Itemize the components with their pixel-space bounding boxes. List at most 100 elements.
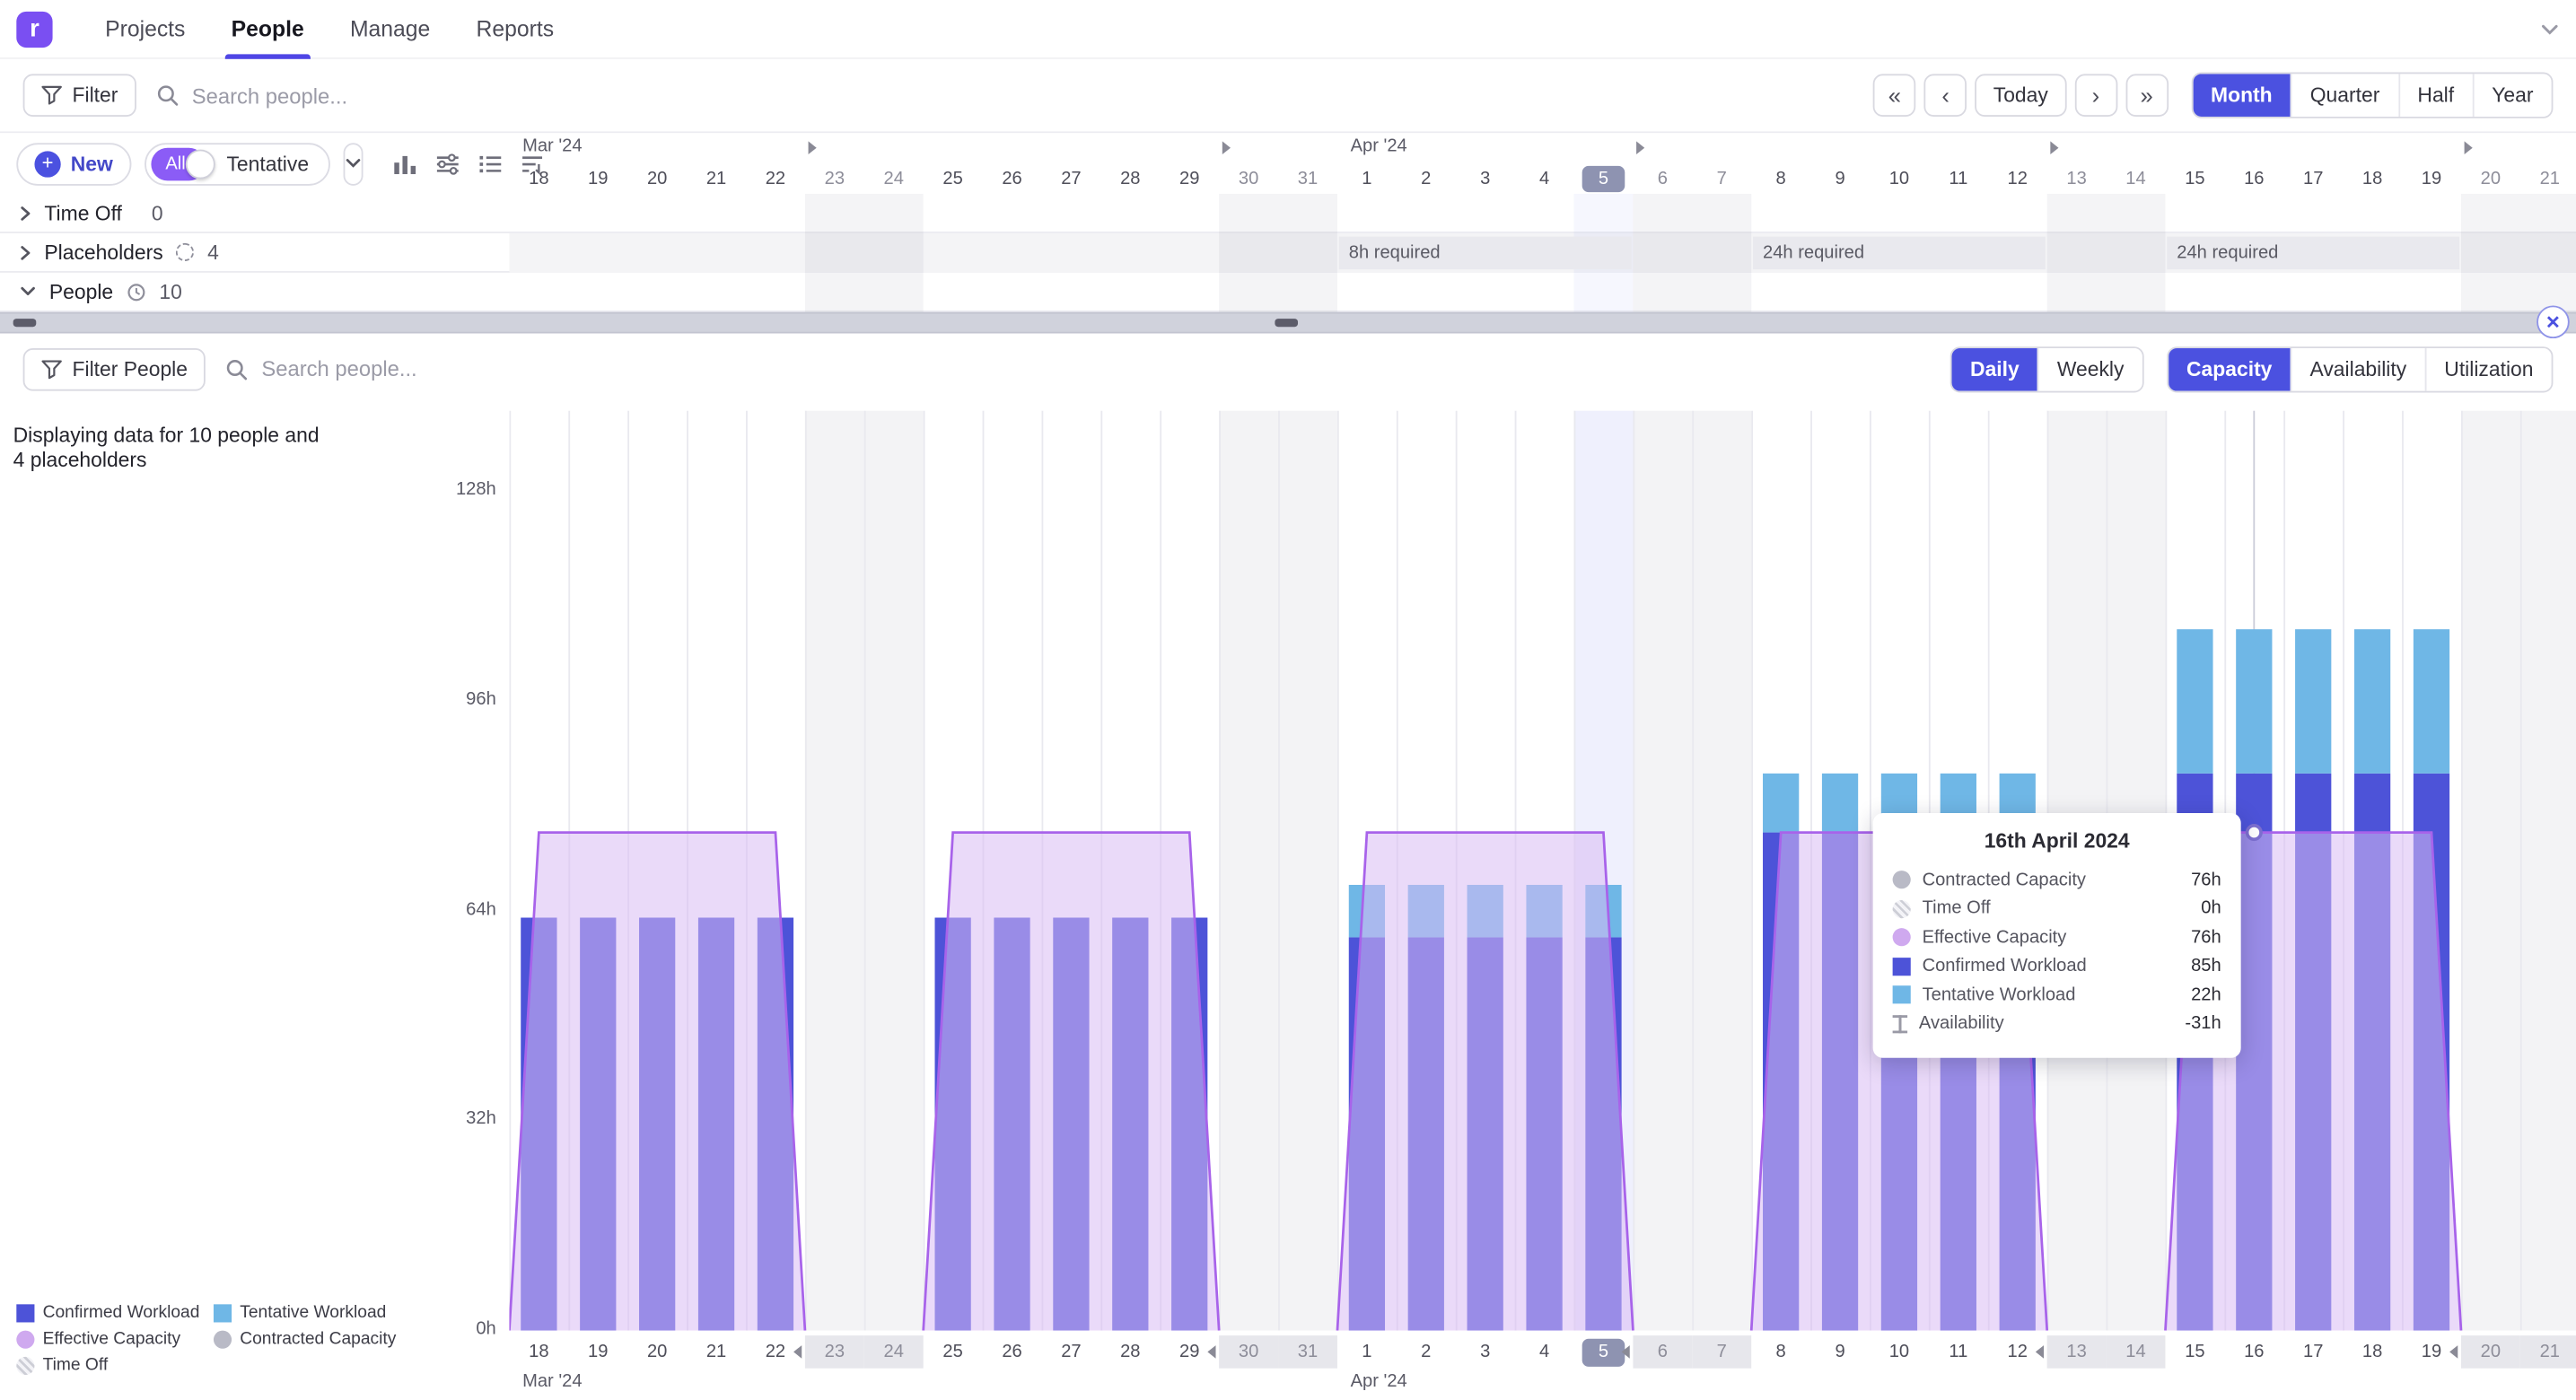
- required-hours-cell[interactable]: 24h required: [2167, 237, 2459, 270]
- timeline-arrow-button[interactable]: ›: [2074, 74, 2117, 117]
- chevron-right-icon[interactable]: [20, 205, 31, 221]
- dot-gray-icon: [214, 1330, 232, 1348]
- x-axis-month-label: Mar '24: [522, 1371, 583, 1391]
- today-button[interactable]: Today: [1976, 74, 2066, 117]
- schedule-section: + New All Tentative Mar '24Apr '24 18192…: [0, 133, 2576, 312]
- tooltip-label: Tentative Workload: [1923, 985, 2076, 1005]
- timeline-date-cell: 10: [1870, 164, 1929, 194]
- summary-line-1: Displaying data for 10 people and: [13, 424, 320, 448]
- chart-search-input[interactable]: [261, 356, 524, 381]
- timeline-date-cell: 13: [2047, 164, 2107, 194]
- x-axis-date-cell: 24: [864, 1335, 924, 1369]
- time-off-row[interactable]: Time Off 0: [0, 194, 2576, 233]
- collapse-weekend-icon[interactable]: [1222, 141, 1231, 154]
- x-axis-date-cell: 3: [1456, 1335, 1515, 1369]
- chart-weekend-band: [2461, 411, 2520, 1331]
- collapse-weekend-icon[interactable]: [1207, 1345, 1215, 1359]
- required-hours-cell[interactable]: 8h required: [1339, 237, 1632, 270]
- tooltip-label: Confirmed Workload: [1923, 957, 2087, 976]
- nav-item-projects[interactable]: Projects: [83, 0, 209, 58]
- timeline-date-cell: 16: [2224, 164, 2283, 194]
- x-axis-date-cell: 11: [1929, 1335, 1988, 1369]
- tooltip-label: Availability: [1919, 1014, 2004, 1034]
- list-view-icon[interactable]: [478, 152, 503, 175]
- range-tab-year[interactable]: Year: [2472, 74, 2551, 117]
- bar-tentative-workload[interactable]: [2236, 629, 2272, 774]
- filter-button[interactable]: Filter: [23, 74, 136, 117]
- mode-tab-utilization[interactable]: Utilization: [2424, 347, 2551, 390]
- x-axis-date-cell: 7: [1692, 1335, 1751, 1369]
- collapse-weekend-icon[interactable]: [2465, 141, 2473, 154]
- sliders-icon[interactable]: [435, 152, 460, 175]
- timeline-arrow-button[interactable]: «: [1873, 74, 1916, 117]
- bar-tentative-workload[interactable]: [2177, 629, 2212, 774]
- required-hours-cell[interactable]: 24h required: [1753, 237, 2046, 270]
- app-logo[interactable]: r: [16, 11, 52, 47]
- chart-weekend-band: [1219, 411, 1278, 1331]
- mode-tab-capacity[interactable]: Capacity: [2169, 347, 2291, 390]
- splitter-handle[interactable]: [13, 319, 37, 327]
- splitter-handle[interactable]: [1275, 319, 1298, 327]
- tooltip-value: 85h: [2191, 957, 2221, 976]
- collapse-weekend-icon[interactable]: [2449, 1345, 2458, 1359]
- timeline-date-cell: 7: [1692, 164, 1751, 194]
- view-tabs: DailyWeekly: [1950, 346, 2143, 391]
- collapse-weekend-icon[interactable]: [2050, 141, 2058, 154]
- collapse-weekend-icon[interactable]: [1636, 141, 1644, 154]
- chevron-right-icon[interactable]: [20, 244, 31, 260]
- view-tab-weekly[interactable]: Weekly: [2037, 347, 2142, 390]
- timeline-date-cell: 29: [1160, 164, 1219, 194]
- search-input[interactable]: [192, 83, 455, 107]
- tooltip-value: 0h: [2201, 899, 2221, 919]
- legend-label: Confirmed Workload: [43, 1303, 200, 1323]
- chart-weekend-band: [2520, 411, 2576, 1331]
- nav-item-people[interactable]: People: [208, 0, 327, 58]
- range-tab-half[interactable]: Half: [2397, 74, 2472, 117]
- panel-splitter[interactable]: ✕: [0, 312, 2576, 334]
- view-tab-daily[interactable]: Daily: [1952, 347, 2037, 390]
- collapse-weekend-icon[interactable]: [1622, 1345, 1630, 1359]
- timeline-arrow-button[interactable]: »: [2125, 74, 2169, 117]
- mode-tab-availability[interactable]: Availability: [2291, 347, 2425, 390]
- legend-item: Effective Capacity: [16, 1329, 194, 1349]
- chevron-down-icon[interactable]: [20, 285, 36, 297]
- chevron-down-icon[interactable]: [2540, 22, 2560, 36]
- timeline-date-cell: 28: [1100, 164, 1160, 194]
- timeline-date-cell: 23: [805, 164, 864, 194]
- timeline-arrow-button[interactable]: ‹: [1924, 74, 1967, 117]
- people-row[interactable]: People 10: [0, 273, 2576, 312]
- timeline-date-cell: 26: [983, 164, 1042, 194]
- toggle-knob[interactable]: [186, 149, 215, 179]
- nav-item-reports[interactable]: Reports: [453, 0, 577, 58]
- schedule-toolbar: + New All Tentative: [0, 133, 509, 194]
- bar-tentative-workload[interactable]: [2354, 629, 2390, 774]
- filter-people-button[interactable]: Filter People: [23, 347, 206, 390]
- summary-line-2: 4 placeholders: [13, 449, 320, 473]
- timeline-date-cell: 30: [1219, 164, 1278, 194]
- chart-people-search: [225, 356, 524, 381]
- range-tabs: MonthQuarterHalfYear: [2191, 73, 2553, 118]
- range-tab-month[interactable]: Month: [2193, 74, 2291, 117]
- collapse-weekend-icon[interactable]: [2036, 1345, 2044, 1359]
- toggle-dropdown-button[interactable]: [343, 142, 363, 185]
- timeline-date-cell: 25: [924, 164, 983, 194]
- new-button[interactable]: + New: [16, 142, 131, 185]
- x-axis-date-cell: 15: [2165, 1335, 2224, 1369]
- chart-weekend-band: [1278, 411, 1337, 1331]
- nav-item-manage[interactable]: Manage: [327, 0, 453, 58]
- collapse-weekend-icon[interactable]: [793, 1345, 802, 1359]
- chart-summary: Displaying data for 10 people and 4 plac…: [13, 424, 320, 473]
- close-panel-button[interactable]: ✕: [2537, 305, 2570, 338]
- collapse-weekend-icon[interactable]: [809, 141, 817, 154]
- x-axis-date-cell: 23: [805, 1335, 864, 1369]
- range-tab-quarter[interactable]: Quarter: [2291, 74, 2398, 117]
- bar-chart-view-icon[interactable]: [392, 152, 416, 175]
- bar-tentative-workload[interactable]: [1763, 774, 1799, 833]
- timeline-date-cell: 19: [2402, 164, 2461, 194]
- dot-hatch-icon: [1893, 900, 1911, 918]
- bar-tentative-workload[interactable]: [1822, 774, 1858, 833]
- bar-tentative-workload[interactable]: [2414, 629, 2449, 774]
- bar-tentative-workload[interactable]: [2295, 629, 2331, 774]
- x-axis-date-cell: 17: [2283, 1335, 2343, 1369]
- tentative-toggle[interactable]: All Tentative: [145, 142, 330, 185]
